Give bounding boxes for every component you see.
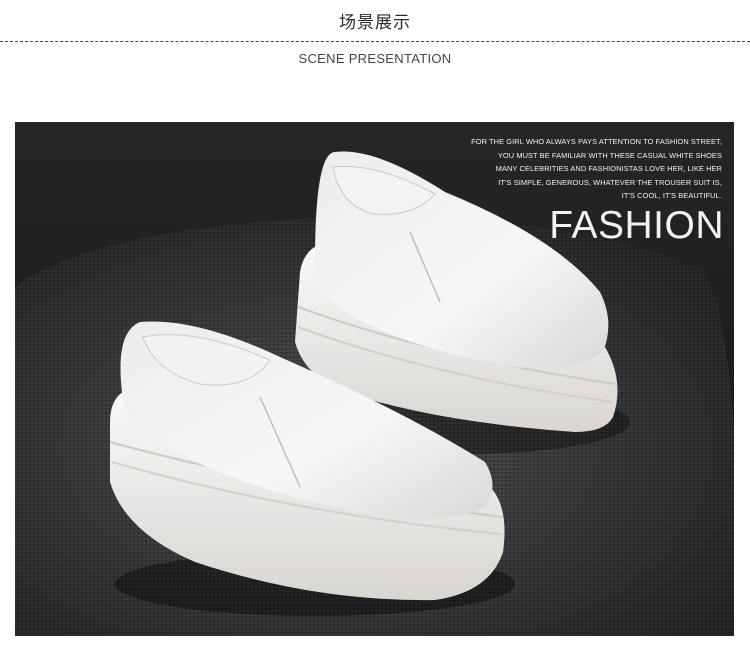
caption-line: MANY CELEBRITIES AND FASHIONISTAS LOVE H… bbox=[495, 164, 722, 173]
header-title: 场景展示 bbox=[339, 13, 411, 33]
product-scene-photo: FOR THE GIRL WHO ALWAYS PAYS ATTENTION T… bbox=[15, 122, 734, 636]
caption-line: IT'S COOL, IT'S BEAUTIFUL. bbox=[621, 191, 722, 200]
caption-line: IT'S SIMPLE, GENEROUS, WHATEVER THE TROU… bbox=[498, 177, 722, 187]
caption-line: FOR THE GIRL WHO ALWAYS PAYS ATTENTION T… bbox=[471, 137, 722, 146]
header-divider bbox=[0, 41, 750, 42]
caption-line: YOU MUST BE FAMILIAR WITH THESE CASUAL W… bbox=[497, 150, 722, 160]
caption-text: FOR THE GIRL WHO ALWAYS PAYS ATTENTION T… bbox=[422, 135, 722, 203]
fashion-headline: FASHION bbox=[549, 204, 724, 247]
header-subtitle: SCENE PRESENTATION bbox=[298, 51, 452, 66]
